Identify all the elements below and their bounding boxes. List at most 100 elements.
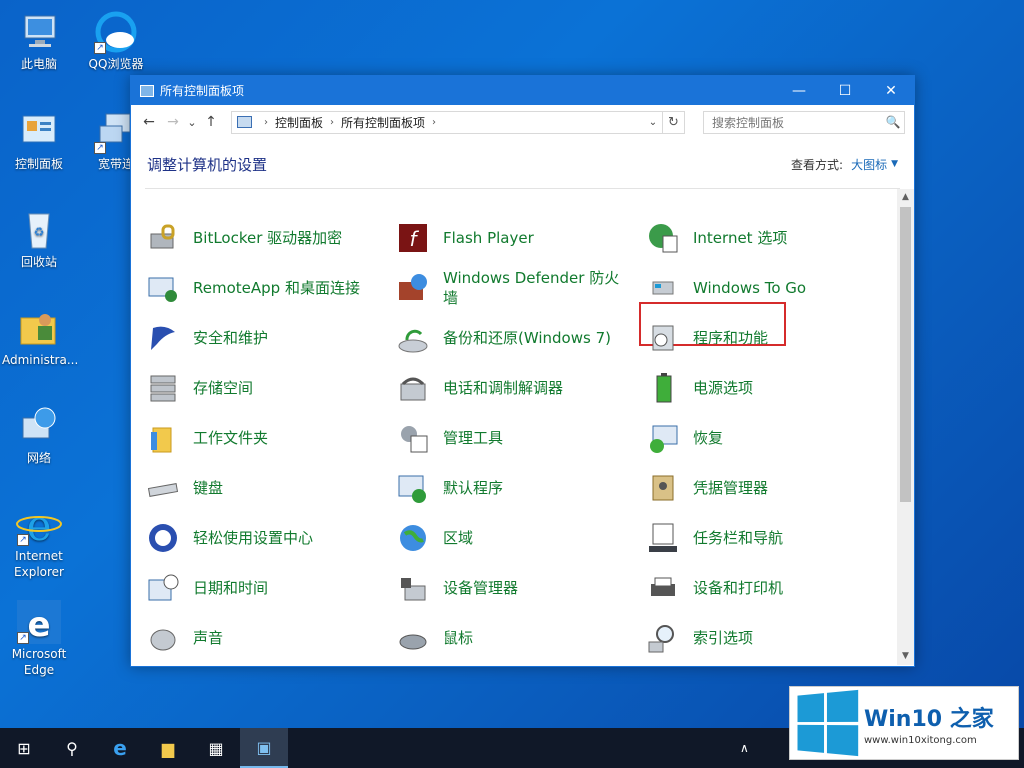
- store-taskbar-icon[interactable]: ▦: [192, 728, 240, 768]
- search-input[interactable]: 搜索控制面板: [712, 114, 882, 131]
- recent-locations-button[interactable]: ⌄: [185, 116, 199, 129]
- breadcrumb-all-items[interactable]: 所有控制面板项: [341, 114, 425, 131]
- desktop-icon-qq-browser[interactable]: ↗ QQ浏览器: [79, 10, 153, 72]
- back-button[interactable]: ←: [137, 114, 161, 130]
- search-box[interactable]: 搜索控制面板 🔍: [703, 110, 905, 134]
- chevron-right-icon[interactable]: ›: [330, 117, 334, 128]
- scroll-thumb[interactable]: [900, 207, 911, 502]
- search-icon[interactable]: 🔍: [882, 115, 904, 129]
- address-bar[interactable]: › 控制面板 › 所有控制面板项 › ⌄: [231, 110, 663, 134]
- maximize-button[interactable]: ☐: [822, 76, 868, 105]
- item-storage-spaces[interactable]: 存储空间: [147, 372, 397, 404]
- desktop-icon-this-pc[interactable]: 此电脑: [2, 10, 76, 72]
- item-keyboard[interactable]: 键盘: [147, 472, 397, 504]
- edge-taskbar-icon[interactable]: e: [96, 728, 144, 768]
- caret-down-icon[interactable]: ▼: [891, 159, 898, 169]
- desktop-icon-administrator[interactable]: Administra...: [2, 306, 78, 368]
- item-backup-restore[interactable]: 备份和还原(Windows 7): [397, 322, 647, 354]
- item-taskbar-navigation[interactable]: 任务栏和导航: [647, 522, 897, 554]
- desktop-icon-control-panel[interactable]: 控制面板: [2, 110, 76, 172]
- desktop-icon-network[interactable]: 网络: [2, 404, 76, 466]
- storage-icon: [147, 372, 179, 404]
- item-devices-printers[interactable]: 设备和打印机: [647, 572, 897, 604]
- refresh-button[interactable]: ↻: [663, 110, 685, 134]
- view-by-dropdown[interactable]: 大图标: [851, 156, 887, 173]
- item-sound[interactable]: 声音: [147, 622, 397, 654]
- magnifier-icon: [647, 622, 679, 654]
- admin-tools-icon: [397, 422, 429, 454]
- item-work-folders[interactable]: 工作文件夹: [147, 422, 397, 454]
- recycle-bin-icon: ♻: [15, 208, 63, 252]
- work-folder-icon: [147, 422, 179, 454]
- item-bitlocker[interactable]: BitLocker 驱动器加密: [147, 222, 397, 254]
- navigation-bar: ← → ⌄ ↑ › 控制面板 › 所有控制面板项 › ⌄ ↻ 搜索控制面板 🔍: [131, 105, 914, 139]
- backup-icon: [397, 322, 429, 354]
- item-admin-tools[interactable]: 管理工具: [397, 422, 647, 454]
- item-windows-to-go[interactable]: Windows To Go: [647, 272, 897, 304]
- desktop-icon-label: 回收站: [20, 255, 57, 269]
- vertical-scrollbar[interactable]: ▲ ▼: [897, 189, 914, 665]
- control-panel-taskbar-icon[interactable]: ▣: [240, 728, 288, 768]
- item-label: 备份和还原(Windows 7): [443, 329, 611, 347]
- item-remoteapp[interactable]: RemoteApp 和桌面连接: [147, 272, 397, 304]
- item-device-manager[interactable]: 设备管理器: [397, 572, 647, 604]
- desktop-icon-label: QQ浏览器: [88, 57, 144, 71]
- item-mouse[interactable]: 鼠标: [397, 622, 647, 654]
- item-label: 索引选项: [693, 629, 754, 647]
- shortcut-arrow-icon: ↗: [17, 534, 29, 546]
- title-bar[interactable]: 所有控制面板项 — ☐ ✕: [131, 76, 914, 105]
- desktop-icon-label: 控制面板: [14, 157, 63, 171]
- control-panel-small-icon: [237, 116, 252, 128]
- item-internet-options[interactable]: Internet 选项: [647, 222, 897, 254]
- control-panel-icon: [15, 110, 63, 154]
- keyboard-icon: [147, 472, 179, 504]
- item-label: 日期和时间: [193, 579, 269, 597]
- search-button[interactable]: ⚲: [48, 728, 96, 768]
- internet-explorer-icon: e ↗: [15, 501, 63, 550]
- file-explorer-taskbar-icon[interactable]: ▆: [144, 728, 192, 768]
- item-recovery[interactable]: 恢复: [647, 422, 897, 454]
- default-programs-icon: [397, 472, 429, 504]
- forward-button[interactable]: →: [161, 114, 185, 130]
- item-security-maintenance[interactable]: 安全和维护: [147, 322, 397, 354]
- firewall-icon: [397, 272, 429, 304]
- item-power-options[interactable]: 电源选项: [647, 372, 897, 404]
- scroll-up-button[interactable]: ▲: [897, 189, 914, 206]
- view-by-label: 查看方式:: [791, 157, 844, 172]
- close-button[interactable]: ✕: [868, 76, 914, 105]
- item-ease-of-access[interactable]: 轻松使用设置中心: [147, 522, 397, 554]
- item-indexing-options[interactable]: 索引选项: [647, 622, 897, 654]
- item-windows-defender-firewall[interactable]: Windows Defender 防火墙: [397, 268, 647, 308]
- device-manager-icon: [397, 572, 429, 604]
- desktop-icon-label: 此电脑: [20, 57, 57, 71]
- item-phone-modem[interactable]: 电话和调制解调器: [397, 372, 647, 404]
- desktop-icon-internet-explorer[interactable]: e ↗ Internet Explorer: [2, 501, 76, 580]
- item-label: Windows Defender 防火墙: [443, 269, 620, 307]
- desktop-icon-recycle-bin[interactable]: ♻ 回收站: [2, 208, 76, 270]
- scroll-down-button[interactable]: ▼: [897, 648, 914, 665]
- battery-icon: [647, 372, 679, 404]
- up-button[interactable]: ↑: [199, 114, 223, 130]
- item-label: 声音: [193, 629, 224, 647]
- start-button[interactable]: ⊞: [0, 728, 48, 768]
- item-programs-features[interactable]: 程序和功能: [639, 302, 897, 354]
- item-default-programs[interactable]: 默认程序: [397, 472, 647, 504]
- shortcut-arrow-icon: ↗: [17, 632, 29, 644]
- address-dropdown-button[interactable]: ⌄: [644, 117, 662, 128]
- chevron-right-icon[interactable]: ›: [432, 117, 436, 128]
- item-date-time[interactable]: 日期和时间: [147, 572, 397, 604]
- flag-icon: [147, 322, 179, 354]
- desktop-icon-microsoft-edge[interactable]: e ↗ Microsoft Edge: [2, 600, 76, 678]
- tray-chevron-icon[interactable]: ∧: [740, 741, 749, 755]
- item-flash-player[interactable]: f Flash Player: [397, 222, 647, 254]
- page-title: 调整计算机的设置: [147, 155, 268, 174]
- item-label: 任务栏和导航: [693, 529, 784, 547]
- minimize-button[interactable]: —: [776, 76, 822, 105]
- speaker-icon: [147, 622, 179, 654]
- breadcrumb-control-panel[interactable]: 控制面板: [275, 114, 323, 131]
- item-region[interactable]: 区域: [397, 522, 647, 554]
- watermark-url: www.win10xitong.com: [864, 734, 977, 746]
- globe-icon: [397, 522, 429, 554]
- item-label: 存储空间: [193, 379, 254, 397]
- item-credential-manager[interactable]: 凭据管理器: [647, 472, 897, 504]
